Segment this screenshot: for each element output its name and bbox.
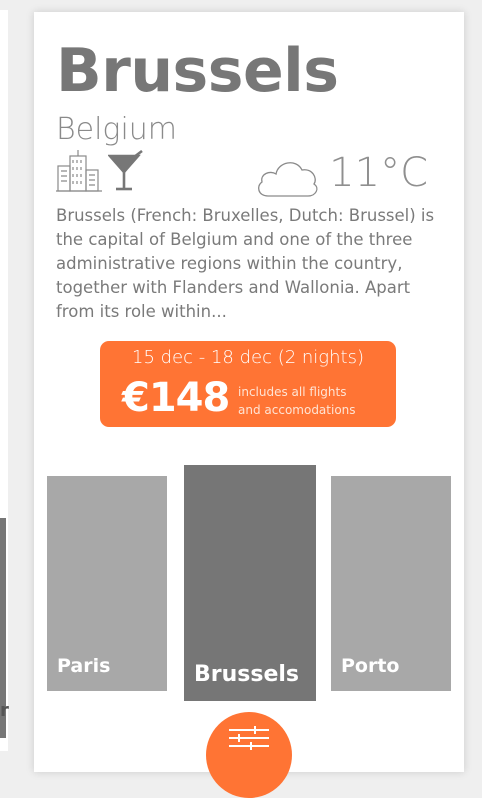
city-tile-porto[interactable]: Porto	[331, 476, 451, 691]
city-description: Brussels (French: Bruxelles, Dutch: Brus…	[56, 206, 435, 321]
city-tile-label: Paris	[57, 655, 111, 677]
city-tile-label: Porto	[341, 655, 400, 677]
cloud-icon	[256, 156, 320, 202]
city-tile-label: Brussels	[194, 662, 300, 687]
city-tile-paris[interactable]: Paris	[47, 476, 167, 691]
filter-button[interactable]	[206, 712, 292, 798]
adjacent-card-label: r	[0, 700, 9, 721]
offer-price: €148	[122, 375, 230, 421]
adjacent-card-edge[interactable]: r	[0, 10, 9, 751]
offer-dates: 15 dec - 18 dec (2 nights)	[132, 347, 364, 368]
country-name: Belgium	[56, 112, 178, 147]
cocktail-icon	[107, 149, 144, 196]
offer-includes: includes all flights and accomodations	[238, 383, 356, 419]
sliders-icon	[227, 726, 271, 760]
offer-includes-line-1: includes all flights	[238, 385, 347, 399]
city-buildings-icon	[56, 150, 102, 196]
temperature: 11°C	[329, 150, 428, 196]
destination-card[interactable]: Brussels Belgium 11°C Brussels (French: …	[34, 12, 464, 798]
offer-includes-line-2: and accomodations	[238, 403, 356, 417]
city-tile-brussels[interactable]: Brussels	[184, 465, 316, 701]
offer-price-box[interactable]: 15 dec - 18 dec (2 nights) €148 includes…	[100, 341, 396, 427]
city-title: Brussels	[56, 36, 339, 106]
